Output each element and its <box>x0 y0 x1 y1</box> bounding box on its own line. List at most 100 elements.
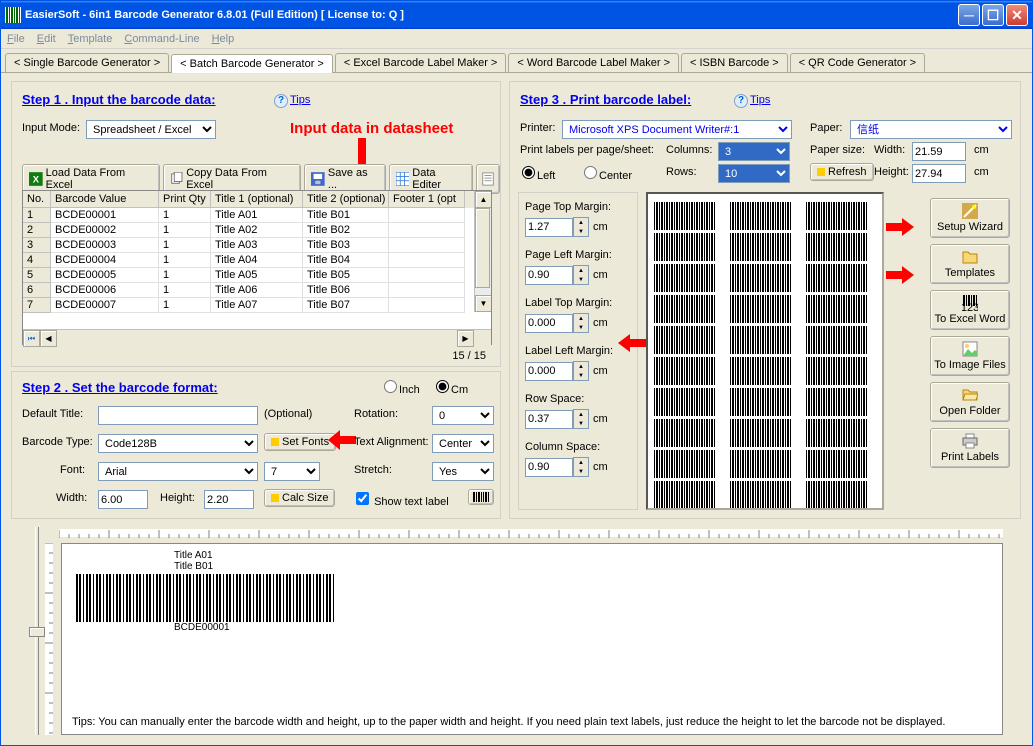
table-row[interactable]: 6BCDE000061Title A06Title B06 <box>23 283 491 298</box>
rotation-select[interactable]: 0 <box>432 406 494 425</box>
barcode-type-label: Barcode Type: <box>22 436 93 448</box>
close-button[interactable]: ✕ <box>1006 4 1028 26</box>
font-select[interactable]: Arial <box>98 462 258 481</box>
menu-edit[interactable]: Edit <box>37 33 56 45</box>
printer-select[interactable]: Microsoft XPS Document Writer#:1 <box>562 120 792 139</box>
col-header[interactable]: Barcode Value <box>51 191 159 208</box>
open-folder-button[interactable]: Open Folder <box>930 382 1010 422</box>
scroll-down-button[interactable]: ▼ <box>475 295 491 312</box>
titlebar: EasierSoft - 6in1 Barcode Generator 6.8.… <box>1 1 1032 29</box>
ruler-h <box>59 529 1003 537</box>
print-labels-button[interactable]: Print Labels <box>930 428 1010 468</box>
datasheet-body[interactable]: 1BCDE000011Title A01Title B012BCDE000021… <box>23 208 491 313</box>
spin-down[interactable]: ▼ <box>574 275 588 284</box>
table-row[interactable]: 2BCDE000021Title A02Title B02 <box>23 223 491 238</box>
step1-title[interactable]: Step 1 . Input the barcode data: <box>22 92 216 107</box>
table-row[interactable]: 5BCDE000051Title A05Title B05 <box>23 268 491 283</box>
col-header[interactable]: Footer 1 (opt <box>389 191 465 208</box>
printer-label: Printer: <box>520 122 555 134</box>
margin-input-col_space[interactable] <box>525 458 573 477</box>
show-text-checkbox[interactable] <box>356 492 369 505</box>
margin-input-page_top[interactable] <box>525 218 573 237</box>
spin-down[interactable]: ▼ <box>574 467 588 476</box>
margin-input-label_top[interactable] <box>525 314 573 333</box>
stretch-select[interactable]: Yes <box>432 462 494 481</box>
height-input[interactable] <box>204 490 254 509</box>
spin-up[interactable]: ▲ <box>574 362 588 371</box>
setup-wizard-button[interactable]: Setup Wizard <box>930 198 1010 238</box>
default-title-input[interactable] <box>98 406 258 425</box>
datasheet[interactable]: No.Barcode ValuePrint QtyTitle 1 (option… <box>22 190 492 345</box>
font-size-select[interactable]: 7 <box>264 462 320 481</box>
paper-height-input[interactable] <box>912 164 966 183</box>
col-header[interactable]: Title 1 (optional) <box>211 191 303 208</box>
tab-isbn[interactable]: < ISBN Barcode > <box>681 53 788 72</box>
spin-up[interactable]: ▲ <box>574 410 588 419</box>
to-image-files-button[interactable]: To Image Files <box>930 336 1010 376</box>
table-row[interactable]: 7BCDE000071Title A07Title B07 <box>23 298 491 313</box>
tab-word[interactable]: < Word Barcode Label Maker > <box>508 53 679 72</box>
input-mode-select[interactable]: Spreadsheet / Excel <box>86 120 216 139</box>
menu-commandline[interactable]: Command-Line <box>124 33 199 45</box>
preview-label <box>730 233 792 261</box>
paper-select[interactable]: 信纸 <box>850 120 1012 139</box>
scrollbar-horizontal[interactable]: ⏮ ◀ ▶ <box>23 329 491 346</box>
scroll-left-button[interactable]: ◀ <box>40 330 57 347</box>
step1-tips-link[interactable]: Tips <box>290 94 310 106</box>
spin-down[interactable]: ▼ <box>574 227 588 236</box>
spin-up[interactable]: ▲ <box>574 314 588 323</box>
slider-thumb[interactable] <box>29 627 45 637</box>
set-fonts-button[interactable]: Set Fonts <box>264 433 336 451</box>
table-row[interactable]: 4BCDE000041Title A04Title B04 <box>23 253 491 268</box>
step2-title[interactable]: Step 2 . Set the barcode format: <box>22 380 218 395</box>
table-row[interactable]: 3BCDE000031Title A03Title B03 <box>23 238 491 253</box>
tab-excel[interactable]: < Excel Barcode Label Maker > <box>335 53 506 72</box>
tab-qr[interactable]: < QR Code Generator > <box>790 53 925 72</box>
margin-input-row_space[interactable] <box>525 410 573 429</box>
tab-batch[interactable]: < Batch Barcode Generator > <box>171 54 333 73</box>
spin-down[interactable]: ▼ <box>574 323 588 332</box>
step3-title[interactable]: Step 3 . Print barcode label: <box>520 92 691 107</box>
inch-radio[interactable] <box>384 380 397 393</box>
scroll-thumb[interactable] <box>475 208 490 288</box>
spin-down[interactable]: ▼ <box>574 371 588 380</box>
step3-tips-link[interactable]: Tips <box>750 94 770 106</box>
calc-size-button[interactable]: Calc Size <box>264 489 335 507</box>
to-excel-word-button[interactable]: 123To Excel Word <box>930 290 1010 330</box>
margins-panel: Page Top Margin:▲▼cmPage Left Margin:▲▼c… <box>518 192 638 510</box>
height-label: Height: <box>160 492 195 504</box>
refresh-button[interactable]: Refresh <box>810 163 874 181</box>
maximize-button[interactable]: ☐ <box>982 4 1004 26</box>
columns-select[interactable]: 3 <box>718 142 790 161</box>
preview-label <box>730 202 792 230</box>
col-header[interactable]: Print Qty <box>159 191 211 208</box>
center-radio[interactable] <box>584 166 597 179</box>
margin-input-label_left[interactable] <box>525 362 573 381</box>
scroll-first-button[interactable]: ⏮ <box>23 330 40 347</box>
menu-template[interactable]: Template <box>68 33 113 45</box>
cm-radio[interactable] <box>436 380 449 393</box>
margin-input-page_left[interactable] <box>525 266 573 285</box>
rows-select[interactable]: 10 <box>718 164 790 183</box>
table-row[interactable]: 1BCDE000011Title A01Title B01 <box>23 208 491 223</box>
scrollbar-vertical[interactable]: ▲ ▼ <box>474 191 491 312</box>
menu-help[interactable]: Help <box>212 33 235 45</box>
scroll-right-button[interactable]: ▶ <box>457 330 474 347</box>
menu-file[interactable]: File <box>7 33 25 45</box>
text-align-select[interactable]: Center <box>432 434 494 453</box>
col-header[interactable]: No. <box>23 191 51 208</box>
col-header[interactable]: Title 2 (optional) <box>303 191 389 208</box>
paper-width-input[interactable] <box>912 142 966 161</box>
scroll-up-button[interactable]: ▲ <box>475 191 491 208</box>
spin-up[interactable]: ▲ <box>574 458 588 467</box>
tab-single[interactable]: < Single Barcode Generator > <box>5 53 169 72</box>
left-radio[interactable] <box>522 166 535 179</box>
spin-up[interactable]: ▲ <box>574 218 588 227</box>
width-input[interactable] <box>98 490 148 509</box>
spin-down[interactable]: ▼ <box>574 419 588 428</box>
spin-up[interactable]: ▲ <box>574 266 588 275</box>
barcode-preview-button[interactable] <box>468 489 494 505</box>
minimize-button[interactable]: ─ <box>958 4 980 26</box>
barcode-type-select[interactable]: Code128B <box>98 434 258 453</box>
templates-button[interactable]: Templates <box>930 244 1010 284</box>
